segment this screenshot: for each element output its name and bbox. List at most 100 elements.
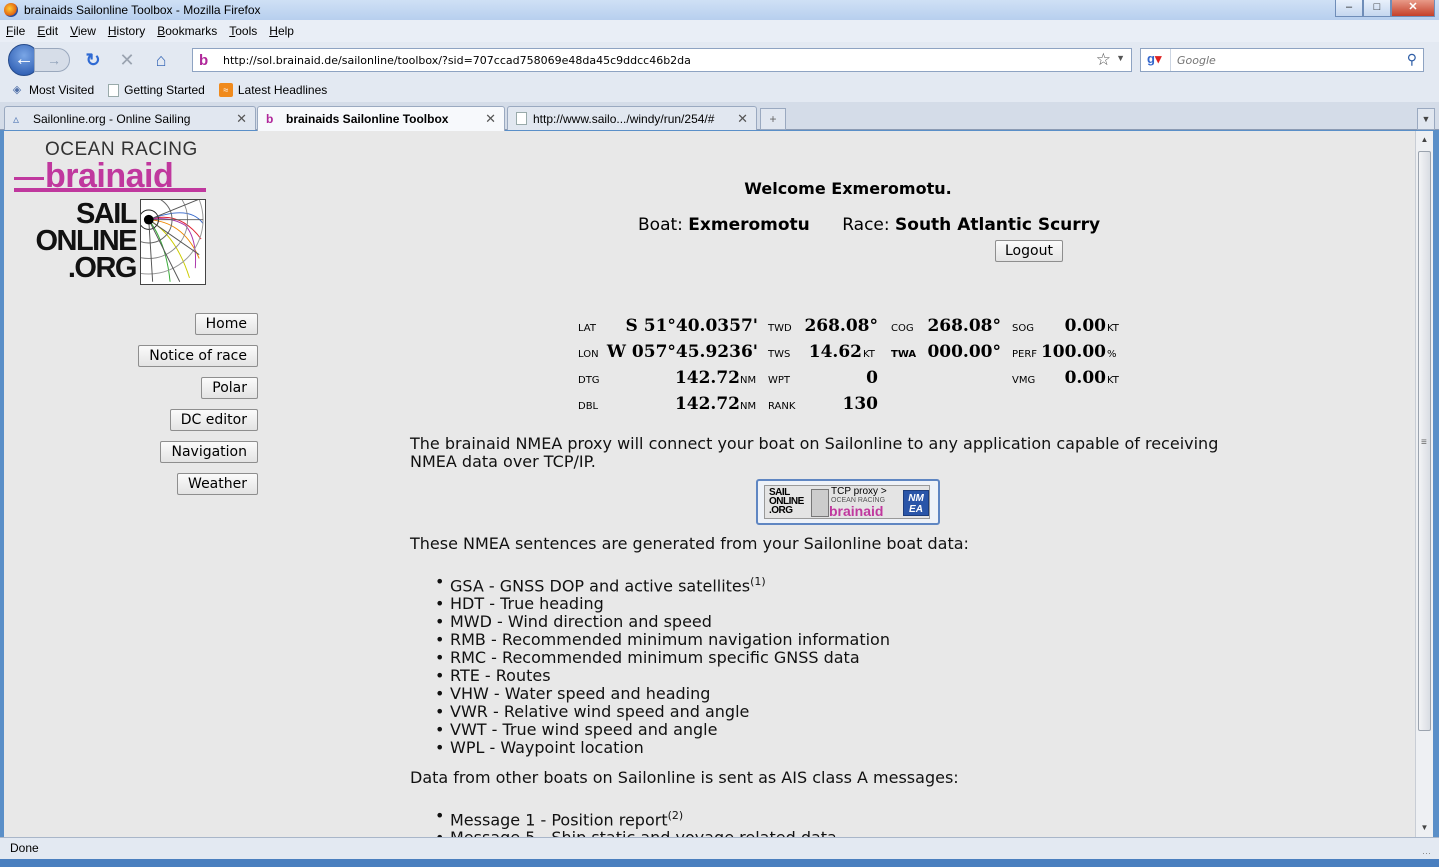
- scroll-up-icon[interactable]: ▲: [1416, 133, 1433, 147]
- bookmark-latest-headlines[interactable]: ≈ Latest Headlines: [218, 83, 327, 97]
- home-icon[interactable]: ⌂: [150, 49, 172, 71]
- logo-sailonline: SAIL ONLINE .ORG: [14, 198, 138, 283]
- stat-unit: NM: [740, 375, 757, 386]
- race-label: Race:: [842, 215, 890, 235]
- new-tab-button[interactable]: +: [760, 108, 786, 130]
- notice-of-race-button[interactable]: Notice of race: [138, 345, 258, 367]
- nmea-line: EA: [909, 504, 923, 515]
- url-text[interactable]: http://sol.brainaid.de/sailonline/toolbo…: [223, 54, 691, 67]
- rss-icon: ≈: [218, 83, 233, 97]
- stat-value: 268.08°: [927, 316, 1001, 336]
- boat-race-line: Boat: Exmeromotu Race: South Atlantic Sc…: [638, 215, 1100, 235]
- stat-unit: %: [1107, 349, 1117, 360]
- stat-label: TWD: [768, 323, 792, 334]
- menu-file[interactable]: File: [6, 24, 25, 38]
- stat-value: 0.00: [1064, 316, 1106, 336]
- boat-stats: LAT S 51°40.0357' LON W 057°45.9236' DTG…: [574, 311, 1134, 421]
- stat-label: VMG: [1012, 375, 1036, 386]
- proxy-tcp-text: TCP proxy >: [831, 486, 887, 497]
- stat-label: SOG: [1012, 323, 1034, 334]
- stat-dtg: DTG 142.72 NM: [578, 368, 756, 388]
- menu-tools[interactable]: Tools: [229, 24, 257, 38]
- welcome-message: Welcome Exmeromotu.: [744, 179, 952, 198]
- footnote-link[interactable]: (1): [750, 575, 766, 588]
- logo-online: ONLINE: [35, 225, 137, 257]
- nmea-heading: These NMEA sentences are generated from …: [410, 534, 969, 553]
- search-bar[interactable]: g▾ ⚲: [1140, 48, 1424, 72]
- logout-button[interactable]: Logout: [995, 240, 1063, 262]
- stat-dbl: DBL 142.72 NM: [578, 394, 756, 414]
- forward-button[interactable]: →: [34, 48, 70, 72]
- search-input[interactable]: [1177, 53, 1397, 67]
- tab-windy[interactable]: http://www.sailo.../windy/run/254/# ✕: [507, 106, 757, 130]
- site-favicon-icon: b: [199, 51, 209, 69]
- search-icon[interactable]: ⚲: [1407, 51, 1417, 68]
- intro-text: The brainaid NMEA proxy will connect you…: [410, 434, 1219, 471]
- bookmark-most-visited[interactable]: ◈ Most Visited: [10, 83, 94, 97]
- bookmark-getting-started[interactable]: Getting Started: [108, 83, 205, 97]
- list-item: WPL - Waypoint location: [435, 738, 890, 758]
- maximize-button[interactable]: □: [1363, 0, 1391, 17]
- list-item-text: RTE - Routes: [450, 666, 551, 686]
- stat-lon: LON W 057°45.9236': [578, 342, 758, 362]
- stat-value: S 51°40.0357': [625, 316, 758, 336]
- list-item: VHW - Water speed and heading: [435, 685, 890, 704]
- stat-lat: LAT S 51°40.0357': [578, 316, 758, 336]
- stop-icon[interactable]: ✕: [116, 49, 138, 71]
- stat-label: TWS: [768, 349, 791, 360]
- tab-sailonline[interactable]: ▵ Sailonline.org - Online Sailing ✕: [4, 106, 256, 130]
- tab-close-icon[interactable]: ✕: [236, 111, 247, 127]
- scrollbar-thumb[interactable]: ≡: [1418, 151, 1431, 731]
- tab-label: brainaids Sailonline Toolbox: [286, 112, 449, 126]
- dc-editor-button[interactable]: DC editor: [169, 409, 258, 431]
- ais-heading: Data from other boats on Sailonline is s…: [410, 768, 959, 787]
- home-button[interactable]: Home: [194, 313, 258, 335]
- status-text: Done: [10, 841, 39, 855]
- tcp-proxy-button[interactable]: SAIL ONLINE .ORG TCP proxy > OCEAN RACIN…: [756, 479, 940, 525]
- tab-list-button[interactable]: ▼: [1417, 108, 1435, 130]
- vertical-scrollbar[interactable]: ▲ ≡ ▼: [1415, 131, 1433, 837]
- tab-toolbox[interactable]: b brainaids Sailonline Toolbox ✕: [257, 106, 505, 131]
- sailonline-brainaid-logo[interactable]: OCEAN RACING brainaid SAIL ONLINE .ORG: [14, 139, 214, 289]
- window-title: brainaids Sailonline Toolbox - Mozilla F…: [24, 3, 261, 17]
- reload-icon[interactable]: ↻: [82, 49, 104, 71]
- list-item: MWD - Wind direction and speed: [435, 613, 890, 632]
- stat-value: W 057°45.9236': [606, 342, 758, 362]
- logo-underline: [14, 188, 206, 192]
- tab-close-icon[interactable]: ✕: [737, 111, 748, 127]
- url-bar[interactable]: b http://sol.brainaid.de/sailonline/tool…: [192, 48, 1132, 72]
- list-item: Message 1 - Position report(2): [435, 807, 837, 829]
- tab-label: http://www.sailo.../windy/run/254/#: [533, 111, 715, 126]
- tab-close-icon[interactable]: ✕: [485, 111, 496, 127]
- stat-value: 14.62: [808, 342, 862, 362]
- stat-value: 0.00: [1064, 368, 1106, 388]
- menu-bookmarks[interactable]: Bookmarks: [157, 24, 217, 38]
- menu-history[interactable]: History: [108, 24, 145, 38]
- menu-view[interactable]: View: [70, 24, 96, 38]
- close-window-button[interactable]: ✕: [1391, 0, 1435, 17]
- menu-edit[interactable]: Edit: [37, 24, 58, 38]
- stat-unit: NM: [740, 401, 757, 412]
- minimize-button[interactable]: –: [1335, 0, 1363, 17]
- stat-twa: TWA 000.00°: [891, 342, 1001, 362]
- scroll-down-icon[interactable]: ▼: [1416, 821, 1433, 835]
- list-item-text: WPL - Waypoint location: [450, 738, 644, 758]
- polar-button[interactable]: Polar: [201, 377, 258, 399]
- menu-help[interactable]: Help: [269, 24, 294, 38]
- nmea-sentence-list: GSA - GNSS DOP and active satellites(1) …: [435, 573, 890, 758]
- grip-icon: ≡: [1421, 437, 1427, 448]
- nmea-icon: NM EA: [903, 490, 929, 516]
- page-content: OCEAN RACING brainaid SAIL ONLINE .ORG H…: [4, 131, 1415, 837]
- brainaid-favicon-icon: b: [266, 112, 274, 126]
- weather-button[interactable]: Weather: [177, 473, 258, 495]
- nmea-line: NM: [908, 493, 924, 504]
- list-item-text: GSA - GNSS DOP and active satellites: [450, 576, 751, 596]
- footnote-link[interactable]: (2): [668, 809, 684, 822]
- url-dropdown-icon[interactable]: ▼: [1116, 53, 1125, 63]
- logo-sail: SAIL: [75, 198, 138, 230]
- bookmark-star-icon[interactable]: ☆: [1096, 50, 1111, 70]
- race-name: South Atlantic Scurry: [895, 215, 1101, 235]
- google-engine-icon[interactable]: g▾: [1143, 49, 1171, 71]
- desktop-strip: [0, 859, 1439, 867]
- navigation-button[interactable]: Navigation: [160, 441, 258, 463]
